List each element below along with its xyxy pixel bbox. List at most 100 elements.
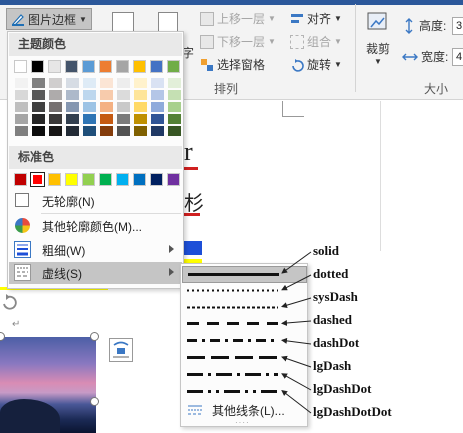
theme-shade-swatch[interactable] — [117, 78, 130, 88]
theme-shade-swatch[interactable] — [168, 102, 181, 112]
theme-shade-swatch[interactable] — [83, 114, 96, 124]
rotate-handle-icon[interactable] — [0, 293, 18, 311]
theme-color-swatch[interactable] — [48, 60, 61, 73]
theme-color-swatch[interactable] — [65, 60, 78, 73]
theme-shade-swatch[interactable] — [151, 114, 164, 124]
resize-handle[interactable] — [90, 397, 99, 406]
more-colors-item[interactable]: 其他轮廓颜色(M)... — [9, 215, 182, 237]
theme-shade-swatch[interactable] — [15, 114, 28, 124]
theme-shade-swatch[interactable] — [168, 78, 181, 88]
theme-shade-swatch[interactable] — [134, 114, 147, 124]
picture-border-button[interactable]: 图片边框 ▼ — [6, 8, 92, 30]
standard-color-swatch[interactable] — [116, 173, 129, 186]
theme-shade-swatch[interactable] — [100, 78, 113, 88]
rotate-button[interactable]: 旋转 ▼ — [290, 56, 342, 73]
theme-color-swatch[interactable] — [99, 60, 112, 73]
standard-color-swatch[interactable] — [30, 172, 45, 187]
theme-shade-swatch[interactable] — [15, 102, 28, 112]
theme-shade-swatch[interactable] — [32, 114, 45, 124]
dash-option-lgDash[interactable] — [182, 350, 307, 367]
theme-shade-swatch[interactable] — [32, 78, 45, 88]
theme-shade-swatch[interactable] — [83, 90, 96, 100]
standard-color-swatch[interactable] — [82, 173, 95, 186]
theme-shade-swatch[interactable] — [32, 102, 45, 112]
theme-shade-swatch[interactable] — [117, 102, 130, 112]
send-backward-button[interactable]: 下移一层 ▼ — [200, 33, 276, 50]
theme-shade-swatch[interactable] — [134, 78, 147, 88]
theme-color-swatch[interactable] — [14, 60, 27, 73]
theme-shade-swatch[interactable] — [15, 90, 28, 100]
group-button[interactable]: 组合 ▼ — [290, 33, 342, 50]
dash-option-dashDot[interactable] — [182, 333, 307, 350]
selection-pane-button[interactable]: 选择窗格 — [200, 56, 265, 73]
theme-shade-swatch[interactable] — [15, 78, 28, 88]
standard-color-swatch[interactable] — [65, 173, 78, 186]
theme-shade-swatch[interactable] — [66, 114, 79, 124]
dash-option-lgDashDot[interactable] — [182, 367, 307, 384]
theme-shade-swatch[interactable] — [32, 126, 45, 136]
theme-shade-swatch[interactable] — [134, 90, 147, 100]
theme-shade-swatch[interactable] — [100, 102, 113, 112]
standard-color-swatch[interactable] — [14, 173, 27, 186]
theme-shade-swatch[interactable] — [66, 90, 79, 100]
theme-shade-swatch[interactable] — [49, 126, 62, 136]
theme-color-swatch[interactable] — [133, 60, 146, 73]
theme-shade-swatch[interactable] — [168, 90, 181, 100]
selected-picture[interactable] — [0, 337, 96, 433]
standard-color-swatch[interactable] — [99, 173, 112, 186]
more-lines-item[interactable]: 其他线条(L)... — [182, 400, 307, 420]
theme-color-swatch[interactable] — [150, 60, 163, 73]
resize-handle[interactable] — [90, 332, 99, 341]
theme-shade-swatch[interactable] — [168, 126, 181, 136]
theme-shade-swatch[interactable] — [117, 126, 130, 136]
theme-shade-swatch[interactable] — [83, 102, 96, 112]
no-outline-item[interactable]: 无轮廓(N) — [9, 190, 182, 212]
standard-color-swatch[interactable] — [150, 173, 163, 186]
theme-shade-swatch[interactable] — [49, 102, 62, 112]
theme-shade-swatch[interactable] — [100, 90, 113, 100]
theme-shade-swatch[interactable] — [66, 126, 79, 136]
resize-grip-icon[interactable]: ···· — [235, 418, 250, 427]
align-button[interactable]: 对齐 ▼ — [290, 10, 342, 27]
dash-option-solid[interactable] — [182, 266, 307, 283]
theme-color-swatch[interactable] — [31, 60, 44, 73]
dash-option-sysDash[interactable] — [182, 300, 307, 317]
theme-shade-swatch[interactable] — [151, 102, 164, 112]
bring-forward-button[interactable]: 上移一层 ▼ — [200, 10, 276, 27]
picture-effects-icon[interactable] — [112, 12, 134, 32]
theme-shade-swatch[interactable] — [49, 78, 62, 88]
theme-shade-swatch[interactable] — [49, 114, 62, 124]
theme-shade-swatch[interactable] — [134, 126, 147, 136]
dash-option-lgDashDotDot[interactable] — [182, 384, 307, 401]
theme-shade-swatch[interactable] — [83, 78, 96, 88]
theme-shade-swatch[interactable] — [151, 90, 164, 100]
standard-color-swatch[interactable] — [48, 173, 61, 186]
layout-options-button[interactable] — [109, 338, 133, 362]
theme-color-swatch[interactable] — [167, 60, 180, 73]
standard-color-swatch[interactable] — [133, 173, 146, 186]
theme-color-swatch[interactable] — [116, 60, 129, 73]
theme-shade-swatch[interactable] — [83, 126, 96, 136]
theme-shade-swatch[interactable] — [151, 126, 164, 136]
theme-shade-swatch[interactable] — [49, 90, 62, 100]
crop-button[interactable]: 裁剪 ▼ — [362, 10, 394, 70]
dashes-item[interactable]: 虚线(S) — [9, 262, 182, 284]
theme-shade-swatch[interactable] — [134, 102, 147, 112]
theme-shade-swatch[interactable] — [100, 126, 113, 136]
theme-color-swatch[interactable] — [82, 60, 95, 73]
weight-item[interactable]: 粗细(W) — [9, 239, 182, 261]
theme-shade-swatch[interactable] — [66, 78, 79, 88]
standard-color-swatch[interactable] — [167, 173, 180, 186]
width-input[interactable]: 4 — [452, 48, 463, 66]
theme-shade-swatch[interactable] — [100, 114, 113, 124]
dash-option-dashed[interactable] — [182, 316, 307, 333]
height-input[interactable]: 3 — [452, 17, 463, 35]
theme-shade-swatch[interactable] — [151, 78, 164, 88]
theme-shade-swatch[interactable] — [15, 126, 28, 136]
theme-shade-swatch[interactable] — [117, 90, 130, 100]
theme-shade-swatch[interactable] — [117, 114, 130, 124]
theme-shade-swatch[interactable] — [168, 114, 181, 124]
theme-shade-swatch[interactable] — [66, 102, 79, 112]
dash-option-dotted[interactable] — [182, 283, 307, 300]
theme-shade-swatch[interactable] — [32, 90, 45, 100]
